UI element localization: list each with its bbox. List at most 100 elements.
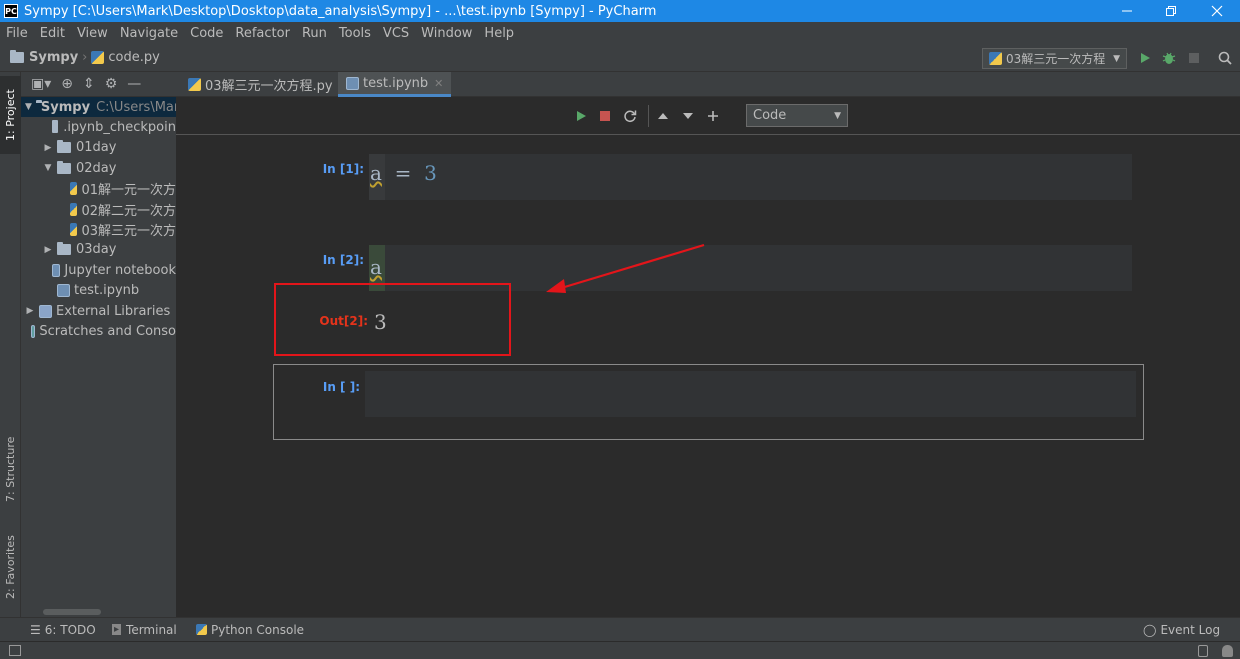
breadcrumb-project[interactable]: Sympy › [10,50,91,65]
close-window-button[interactable] [1194,0,1240,22]
search-icon [1218,51,1232,65]
notebook-file-icon [57,284,70,298]
tree-item[interactable]: ▶ 03day [21,240,176,260]
cell-3-editor[interactable] [365,371,1136,417]
code-variable: a [370,161,382,185]
chevron-down-icon: ▼ [1113,53,1120,64]
run-configuration-select[interactable]: 03解三元一次方程 ▼ [982,48,1127,69]
collapsed-arrow-icon[interactable]: ▶ [43,143,53,153]
tree-item[interactable]: test.ipynb [21,281,176,301]
menu-bar: File Edit View Navigate Code Refactor Ru… [0,22,1240,44]
expanded-arrow-icon[interactable]: ▼ [43,163,53,173]
arrow-up-icon [658,113,668,119]
menu-code[interactable]: Code [184,26,229,41]
breadcrumb-file-label: code.py [108,50,160,65]
menu-edit[interactable]: Edit [34,26,71,41]
python-icon [196,624,207,635]
speech-bubble-icon: ◯ [1143,622,1157,637]
move-cell-up-button[interactable] [656,109,670,123]
run-cell-button[interactable] [574,109,588,123]
tab-label: 03解三元一次方程.py [205,79,333,94]
editor-tab-bar: 03解三元一次方程.py ✕ test.ipynb ✕ [176,72,1240,97]
arrow-down-icon [683,113,693,119]
search-everywhere-button[interactable] [1217,50,1233,66]
collapsed-arrow-icon[interactable]: ▶ [25,306,35,316]
toggle-tool-windows-icon[interactable] [9,645,21,656]
menu-file[interactable]: File [0,26,34,41]
library-icon [39,304,52,318]
tree-item[interactable]: Scratches and Conso [21,321,176,341]
cell-type-select[interactable]: Code ▼ [746,104,848,127]
todo-tool-button[interactable]: ☰ 6: TODO [30,623,96,637]
move-cell-down-button[interactable] [681,109,695,123]
python-file-icon [188,78,201,91]
tree-item-label: 01解一元一次方 [81,183,176,199]
bottom-tool-bar: ☰ 6: TODO ▸ Terminal Python Console ◯ Ev… [0,617,1240,641]
collapsed-arrow-icon[interactable]: ▶ [43,245,53,255]
cell-1-editor[interactable] [369,154,1132,200]
cell-1-code: a = 3 [370,161,437,185]
tab-code-py[interactable]: 03解三元一次方程.py ✕ [180,72,356,97]
tree-item-label: .ipynb_checkpoin [63,120,176,136]
restore-button[interactable] [1148,0,1194,22]
terminal-tool-button[interactable]: ▸ Terminal [112,623,177,637]
tab-label: test.ipynb [363,75,429,91]
gear-icon[interactable]: ⚙ [105,76,118,92]
project-tool-tab[interactable]: 1: Project [0,76,21,154]
event-log-label: Event Log [1160,622,1221,637]
view-mode-icon[interactable]: ▣▾ [31,76,51,92]
collapse-all-icon[interactable]: ⇕ [83,76,95,92]
debug-button[interactable] [1161,50,1177,66]
stop-button[interactable] [1186,50,1202,66]
event-log-tool-button[interactable]: ◯ Event Log [1143,623,1220,637]
tree-item[interactable]: ▶ External Libraries [21,301,176,321]
tree-item[interactable]: 03解三元一次方 [21,219,176,239]
add-cell-button[interactable] [706,109,720,123]
menu-window[interactable]: Window [415,26,478,41]
close-tab-icon[interactable]: ✕ [434,77,443,90]
inspector-icon[interactable] [1222,645,1233,657]
tree-item[interactable]: ▶ 01day [21,138,176,158]
breadcrumb-file[interactable]: code.py [91,50,160,65]
left-tool-window-strip: 1: Project 7: Structure 2: Favorites [0,72,21,617]
stop-icon [1189,53,1199,63]
tree-item-path: C:\Users\Mar [96,99,176,115]
horizontal-scrollbar[interactable] [43,609,101,615]
hide-icon[interactable]: — [127,76,141,92]
minimize-button[interactable] [1104,0,1150,22]
terminal-icon: ▸ [112,624,122,635]
menu-refactor[interactable]: Refactor [229,26,296,41]
tree-item[interactable]: .ipynb_checkpoin [21,117,176,137]
stop-icon [600,111,610,121]
tree-item[interactable]: ▼ Sympy C:\Users\Mar [21,97,176,118]
annotation-arrow [546,243,705,293]
notebook-file-icon [346,76,359,90]
favorites-tool-tab[interactable]: 2: Favorites [0,526,21,608]
menu-navigate[interactable]: Navigate [114,26,184,41]
stop-kernel-button[interactable] [598,109,612,123]
tree-item-label: 03解三元一次方 [81,224,176,240]
tree-item-label: 03day [76,242,117,258]
locate-icon[interactable]: ⊕ [61,76,73,92]
menu-view[interactable]: View [71,26,114,41]
output-highlight-box [274,283,511,356]
menu-tools[interactable]: Tools [333,26,377,41]
tab-test-ipynb[interactable]: test.ipynb ✕ [338,72,452,97]
refresh-icon [624,110,637,123]
menu-help[interactable]: Help [478,26,520,41]
tree-item[interactable]: ▼ 02day [21,158,176,178]
tree-item[interactable]: 01解一元一次方 [21,179,176,199]
tree-item[interactable]: Jupyter notebook [21,260,176,280]
restart-kernel-button[interactable] [623,109,637,123]
menu-run[interactable]: Run [296,26,333,41]
close-icon [1211,5,1223,17]
run-button[interactable] [1137,50,1153,66]
structure-tool-tab[interactable]: 7: Structure [0,428,21,510]
expanded-arrow-icon[interactable]: ▼ [25,102,32,112]
tree-item[interactable]: 02解二元一次方 [21,199,176,219]
tree-item-label: 01day [76,140,117,156]
menu-vcs[interactable]: VCS [377,26,415,41]
lock-icon[interactable] [1198,645,1208,657]
python-console-tool-button[interactable]: Python Console [196,623,304,637]
tree-item-label: 02day [76,160,117,176]
